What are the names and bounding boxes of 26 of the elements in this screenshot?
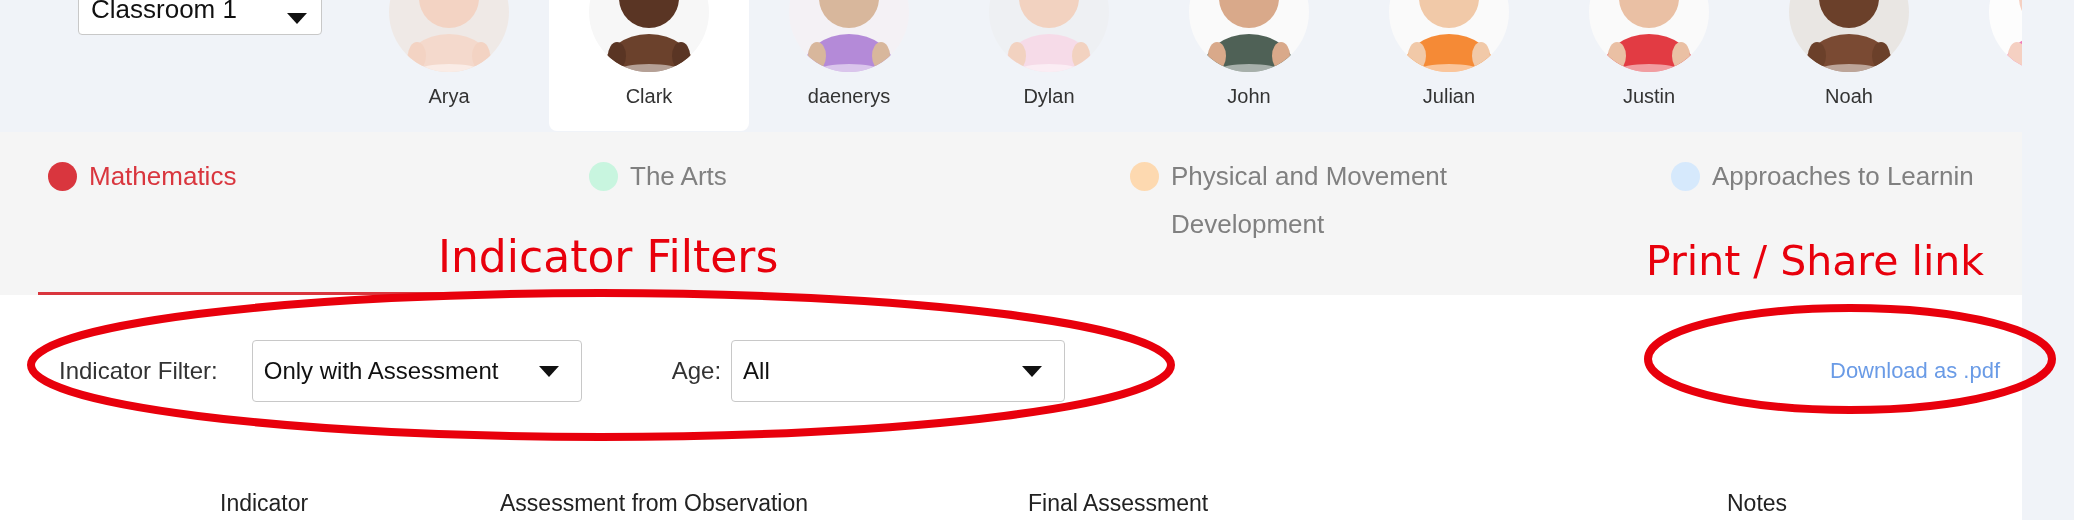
filter-label: Age: (671, 357, 722, 385)
child-tab[interactable]: Dylan (949, 0, 1149, 131)
column-header: Notes (1727, 490, 1788, 516)
filter-dropdown[interactable]: Only with Assessment (251, 340, 582, 402)
column-header: Final Assessment (1028, 490, 1209, 516)
subject-tab[interactable]: Physical and Movement Development (1130, 152, 1511, 248)
column-header: Assessment from Observation (500, 490, 809, 516)
child-tab[interactable]: Noah (1749, 0, 1949, 131)
child-tab[interactable]: Julian (1349, 0, 1549, 131)
subject-tab[interactable]: Mathematics (48, 152, 237, 200)
child-tab[interactable]: John (1149, 0, 1349, 131)
subject-tab[interactable]: Approaches to Learnin (1671, 152, 1974, 200)
child-tab[interactable]: Arya (349, 0, 549, 131)
caret-icon (287, 13, 307, 24)
filter-label: Indicator Filter: (59, 357, 218, 385)
subject-tab[interactable]: The Arts (589, 152, 727, 200)
classroom-dropdown[interactable]: Classroom 1 (78, 0, 322, 35)
filter-dropdown[interactable]: All (731, 340, 1066, 402)
annotation-label: Indicator Filters (438, 232, 779, 282)
child-tab[interactable]: Clark (549, 0, 749, 131)
child-tab[interactable]: Justin (1549, 0, 1749, 131)
annotation-label: Print / Share link (1646, 236, 1985, 286)
child-tab[interactable]: daenerys (749, 0, 949, 131)
column-header: Indicator (220, 490, 309, 516)
caret-icon (538, 365, 559, 377)
caret-icon (1022, 365, 1043, 377)
